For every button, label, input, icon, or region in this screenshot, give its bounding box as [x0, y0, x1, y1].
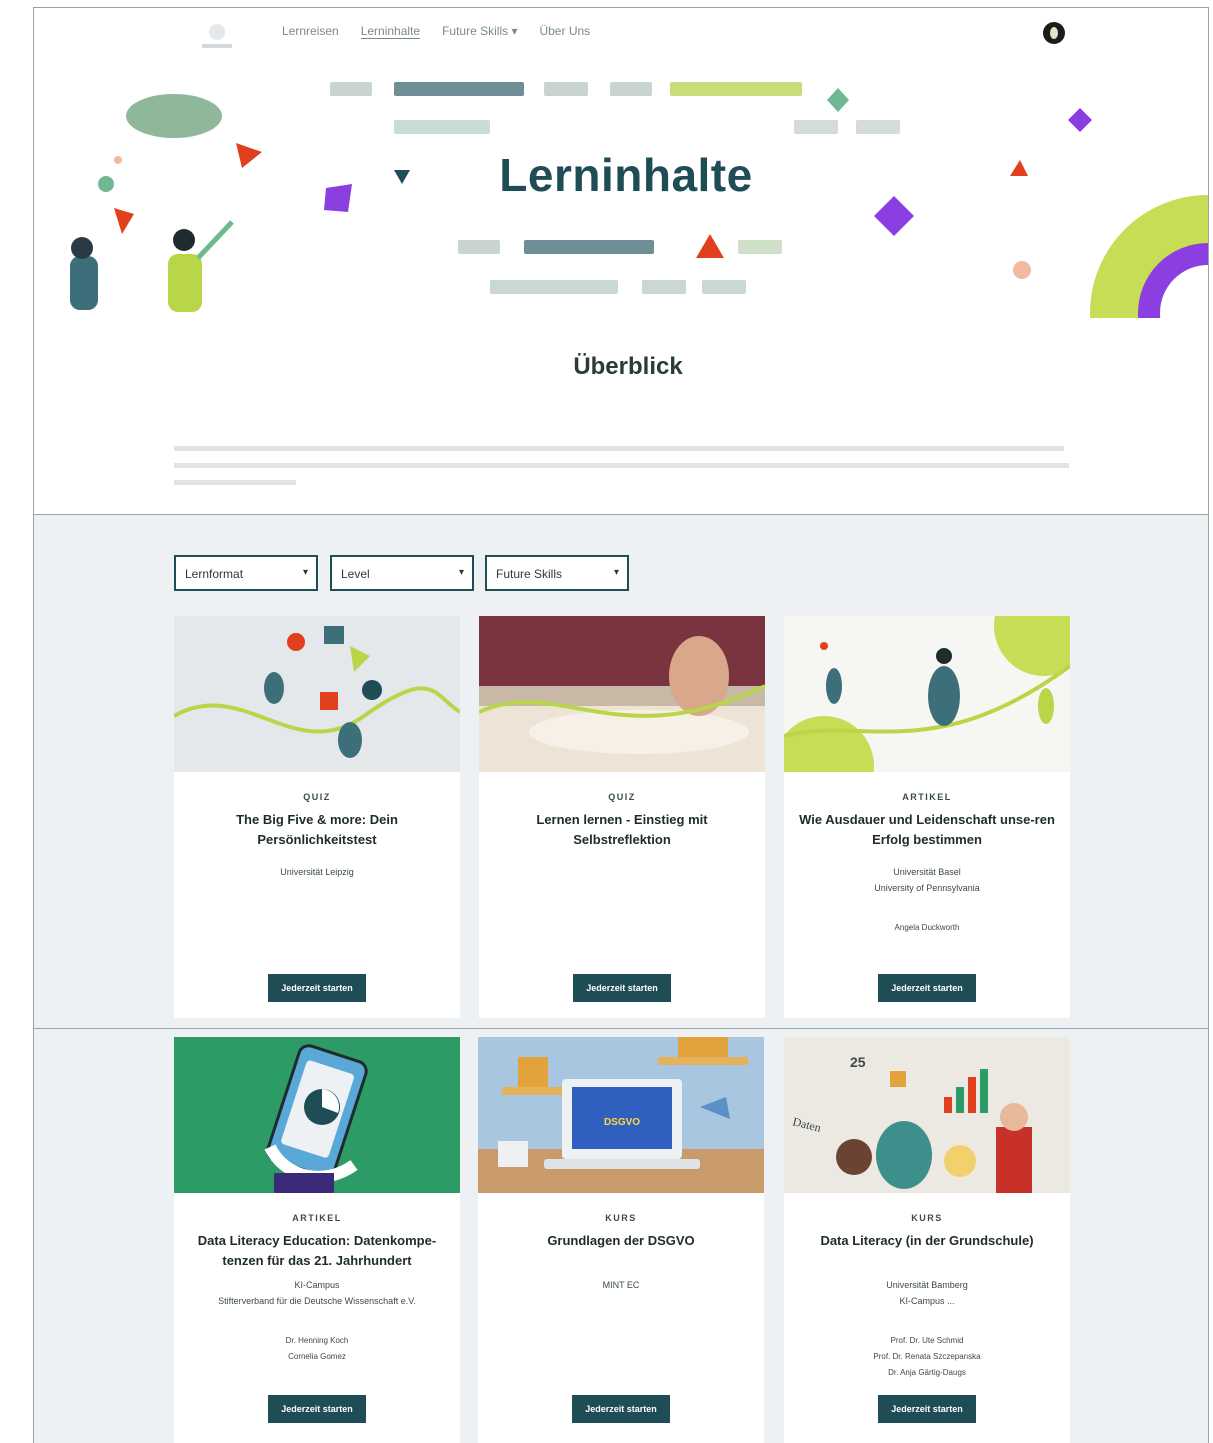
- content-card[interactable]: DSGVO KURS Grundlagen der DSGVO MINT EC …: [478, 1037, 764, 1443]
- card-author: Dr. Anja Gärtig-Daugs: [888, 1368, 966, 1377]
- card-type: ARTIKEL: [902, 792, 952, 802]
- start-button[interactable]: Jederzeit starten: [573, 974, 671, 1002]
- hero-header: Lernreisen Lerninhalte Future Skills ▾ Ü…: [34, 8, 1208, 513]
- overview-title: Überblick: [573, 353, 683, 380]
- card-image: [174, 616, 460, 772]
- card-institution: University of Pennsylvania: [874, 883, 980, 893]
- content-card[interactable]: ARTIKEL Wie Ausdauer und Leidenschaft un…: [784, 616, 1070, 1018]
- card-row: QUIZ The Big Five & more: Dein Persönlic…: [34, 610, 1208, 1029]
- start-button[interactable]: Jederzeit starten: [878, 1395, 976, 1423]
- filter-label: Future Skills: [496, 567, 563, 581]
- chevron-down-icon: ▾: [302, 567, 308, 578]
- blurred-description: [174, 440, 1074, 499]
- page-border-right: [1208, 7, 1209, 1443]
- filter-label: Lernformat: [185, 567, 244, 581]
- card-type: QUIZ: [303, 792, 331, 802]
- chevron-down-icon: ▾: [613, 567, 619, 578]
- dsgvo-image-text: DSGVO: [604, 1117, 640, 1128]
- card-type: ARTIKEL: [292, 1213, 342, 1223]
- card-institution: KI-Campus: [294, 1280, 340, 1290]
- start-button[interactable]: Jederzeit starten: [268, 1395, 366, 1423]
- filter-bar: Lernformat ▾ Level ▾ Future Skills ▾: [34, 514, 1208, 611]
- chevron-down-icon: ▾: [458, 567, 464, 578]
- card-institution: Universität Basel: [893, 867, 961, 877]
- card-title[interactable]: Data Literacy Education: Datenkompe-tenz…: [188, 1231, 446, 1271]
- start-button[interactable]: Jederzeit starten: [572, 1395, 670, 1423]
- card-title[interactable]: Lernen lernen - Einstieg mit Selbstrefle…: [493, 810, 751, 850]
- card-author: Dr. Henning Koch: [285, 1336, 349, 1345]
- card-author: Prof. Dr. Renata Szczepanska: [873, 1352, 981, 1361]
- card-row: ARTIKEL Data Literacy Education: Datenko…: [34, 1029, 1208, 1443]
- card-author: Prof. Dr. Ute Schmid: [890, 1336, 964, 1345]
- filter-future-skills-select[interactable]: Future Skills ▾: [485, 555, 629, 591]
- card-image: [479, 616, 765, 772]
- card-type: KURS: [911, 1213, 943, 1223]
- card-institution: Stifterverband für die Deutsche Wissensc…: [218, 1296, 416, 1306]
- card-image: 25 Daten: [784, 1037, 1070, 1193]
- card-author: Cornelia Gomez: [288, 1352, 346, 1361]
- start-button[interactable]: Jederzeit starten: [878, 974, 976, 1002]
- card-institution: Universität Bamberg: [886, 1280, 968, 1290]
- card-image: DSGVO: [478, 1037, 764, 1193]
- card-image: [174, 1037, 460, 1193]
- card-title[interactable]: The Big Five & more: Dein Persönlichkeit…: [188, 810, 446, 850]
- card-institution: KI-Campus ...: [899, 1296, 955, 1306]
- card-institution: Universität Leipzig: [280, 867, 354, 877]
- start-button[interactable]: Jederzeit starten: [268, 974, 366, 1002]
- content-card[interactable]: QUIZ The Big Five & more: Dein Persönlic…: [174, 616, 460, 1018]
- card-institution: MINT EC: [602, 1280, 640, 1290]
- filter-label: Level: [341, 567, 370, 581]
- content-card[interactable]: ARTIKEL Data Literacy Education: Datenko…: [174, 1037, 460, 1443]
- filter-lernformat-select[interactable]: Lernformat ▾: [174, 555, 318, 591]
- card-title[interactable]: Data Literacy (in der Grundschule): [798, 1231, 1056, 1251]
- hero-title: Lerninhalte: [499, 149, 753, 201]
- card-title[interactable]: Wie Ausdauer und Leidenschaft unse-ren E…: [798, 810, 1056, 850]
- card-type: QUIZ: [608, 792, 636, 802]
- content-card[interactable]: 25 Daten KURS Data Literacy (in der Grun…: [784, 1037, 1070, 1443]
- card-author: Angela Duckworth: [894, 923, 960, 932]
- card-title[interactable]: Grundlagen der DSGVO: [492, 1231, 750, 1251]
- filter-level-select[interactable]: Level ▾: [330, 555, 474, 591]
- image-number-text: 25: [850, 1054, 866, 1070]
- content-card[interactable]: QUIZ Lernen lernen - Einstieg mit Selbst…: [479, 616, 765, 1018]
- image-daten-text: Daten: [791, 1114, 822, 1135]
- card-image: [784, 616, 1070, 772]
- card-type: KURS: [605, 1213, 637, 1223]
